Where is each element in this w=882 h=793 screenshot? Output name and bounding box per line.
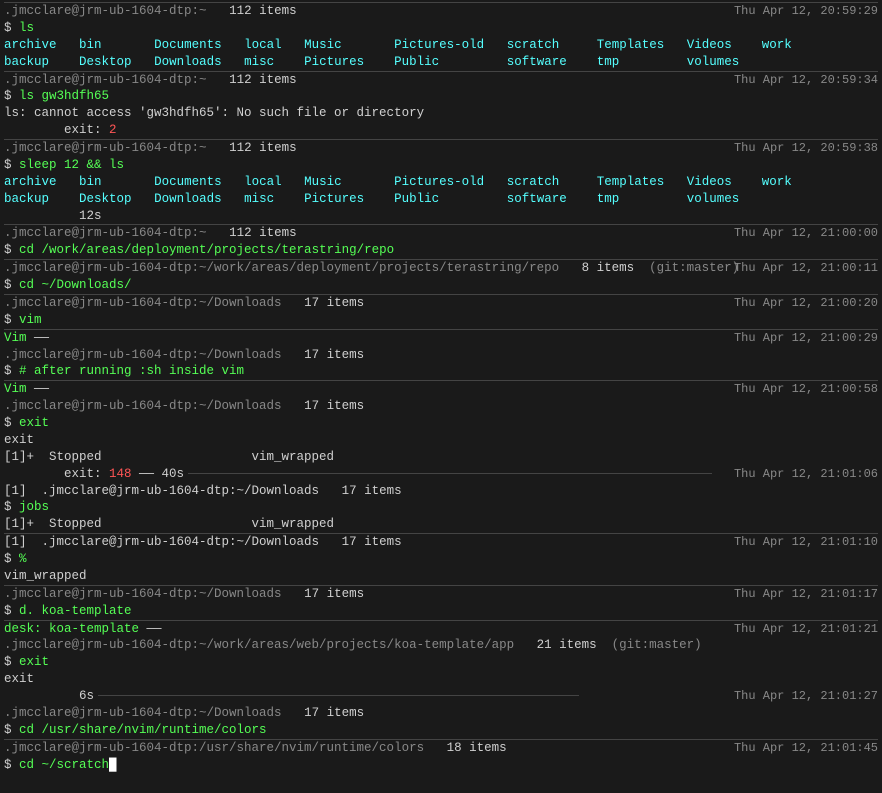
line-prompt-13: .jmcclare@jrm-ub-1604-dtp:~/Downloads 17… xyxy=(4,705,878,722)
line-cmd-13: $ cd /usr/share/nvim/runtime/colors xyxy=(4,722,878,739)
line-stopped-9: [1]+ Stopped vim_wrapped xyxy=(4,449,878,466)
line-cmd-jobs: $ jobs xyxy=(4,499,878,516)
line-err-2: ls: cannot access 'gw3hdfh65': No such f… xyxy=(4,105,878,122)
ls-output-3a: archive bin Documents local Music Pictur… xyxy=(4,174,878,191)
line-timer-3: 12s xyxy=(4,208,878,225)
line-prompt-8: .jmcclare@jrm-ub-1604-dtp:~/Downloads 17… xyxy=(4,398,878,415)
ls-output-1b: backup Desktop Downloads misc Pictures P… xyxy=(4,54,878,71)
vim-sep-2: Vim ——Thu Apr 12, 21:00:58 xyxy=(4,380,878,398)
line-cmd-10: $ % xyxy=(4,551,878,568)
line-exit-timer-9: exit: 148 —— 40sThu Apr 12, 21:01:06 xyxy=(4,466,878,483)
line-cmd-7: $ # after running :sh inside vim xyxy=(4,363,878,380)
line-cmd-4: $ cd /work/areas/deployment/projects/ter… xyxy=(4,242,878,259)
ls-output-3b: backup Desktop Downloads misc Pictures P… xyxy=(4,191,878,208)
line-prompt-12: .jmcclare@jrm-ub-1604-dtp:~/work/areas/w… xyxy=(4,637,878,654)
line-vim-wrapped: vim_wrapped xyxy=(4,568,878,585)
line-cmd-12: $ exit xyxy=(4,654,878,671)
line-prompt-7: .jmcclare@jrm-ub-1604-dtp:~/Downloads 17… xyxy=(4,347,878,364)
line-cmd-3: $ sleep 12 && ls xyxy=(4,157,878,174)
line-exit-8: exit xyxy=(4,432,878,449)
ls-output-1a: archive bin Documents local Music Pictur… xyxy=(4,37,878,54)
line-exit-2: exit: 2 xyxy=(4,122,878,139)
line-jobs-output: [1]+ Stopped vim_wrapped xyxy=(4,516,878,533)
line-timer-12: 6sThu Apr 12, 21:01:27 xyxy=(4,688,878,705)
line-job-9: [1] .jmcclare@jrm-ub-1604-dtp:~/Download… xyxy=(4,483,878,500)
line-exit-12: exit xyxy=(4,671,878,688)
desk-sep: desk: koa-template ——Thu Apr 12, 21:01:2… xyxy=(4,620,878,638)
terminal-window: Thu Apr 12, 20:59:29 .jmcclare@jrm-ub-16… xyxy=(0,0,882,793)
line-cmd-8: $ exit xyxy=(4,415,878,432)
line-cmd-2: $ ls gw3hdfh65 xyxy=(4,88,878,105)
line-cmd-6: $ vim xyxy=(4,312,878,329)
line-cmd-11: $ d. koa-template xyxy=(4,603,878,620)
line-cmd-5: $ cd ~/Downloads/ xyxy=(4,277,878,294)
vim-sep-1: Vim ——Thu Apr 12, 21:00:29 xyxy=(4,329,878,347)
line-cmd-14: $ cd ~/scratch█ xyxy=(4,757,878,774)
line-3: $ ls xyxy=(4,20,878,37)
